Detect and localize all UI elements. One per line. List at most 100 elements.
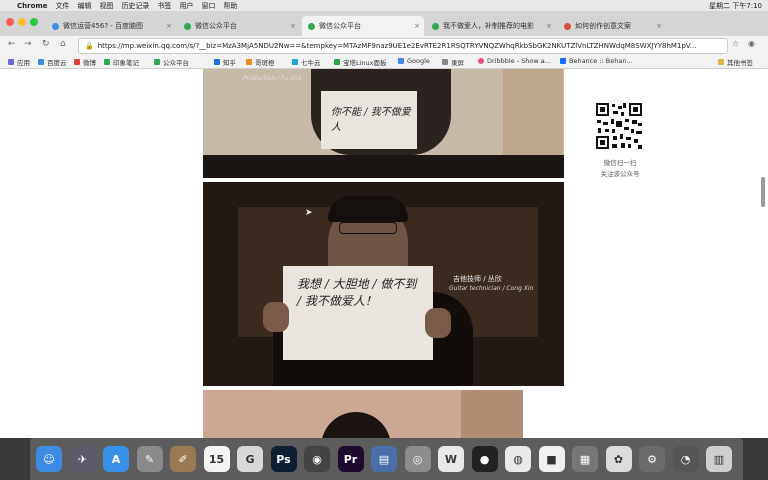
menu-window[interactable]: 窗口 (201, 1, 215, 11)
keynote-icon[interactable]: ▤ (371, 446, 397, 472)
bookmark-apps[interactable]: 应用 (8, 57, 30, 67)
bookmark-baiduyun[interactable]: 百度云 (38, 57, 67, 67)
address-bar[interactable]: 🔒 https://mp.weixin.qq.com/s/?__biz=MzA3… (78, 38, 728, 54)
extension-icon[interactable]: ◉ (748, 39, 755, 48)
photo-caption: Production / Fu Sha (243, 75, 302, 82)
folder-icon (442, 59, 448, 65)
menu-help[interactable]: 帮助 (223, 1, 237, 11)
follow-qr-card: 微信扫一扫 关注该公众号 (578, 91, 662, 185)
left-hand (263, 302, 289, 332)
wps-icon[interactable]: W (438, 446, 464, 472)
trash-icon[interactable]: ▥ (706, 446, 732, 472)
tab-title: 微信公众平台 (319, 22, 361, 30)
notes-icon[interactable]: ■ (538, 446, 565, 472)
tab-baidu-naotu[interactable]: 微信运营456? - 百度脑图 × (46, 16, 176, 36)
bookmark-mp-platform[interactable]: 公众平台 (154, 57, 189, 67)
tab-close-icon[interactable]: × (166, 22, 172, 30)
maximize-window-button[interactable] (30, 18, 38, 26)
image-viewer-icon[interactable]: ▦ (572, 446, 598, 472)
gebancheng-icon (246, 59, 252, 65)
menu-history[interactable]: 历史记录 (121, 1, 149, 11)
tab-close-icon[interactable]: × (290, 22, 296, 30)
right-hand (425, 308, 451, 338)
calendar-icon[interactable]: 15 (203, 446, 230, 472)
photo-caption-en: Guitar technician / Cong Xin (449, 285, 534, 292)
star-bookmark-icon[interactable]: ☆ (732, 39, 739, 48)
photos-icon[interactable]: ✿ (605, 446, 632, 472)
tab-title: 微信运营456? - 百度脑图 (63, 22, 144, 30)
article-photo-2: 我想 / 大胆地 / 做不到 / 我不做爱人！ 吉他技师 / 丛欣 Guitar… (203, 182, 564, 386)
bookmark-other[interactable]: 其他书签 (718, 57, 753, 67)
bookmark-evernote[interactable]: 印象笔记 (104, 57, 139, 67)
bookmark-label: 百度云 (47, 59, 67, 67)
system-preferences-icon[interactable]: ⚙ (639, 446, 665, 472)
qq-icon[interactable]: ● (471, 446, 498, 472)
bookmark-screen-record[interactable]: 录屏 (442, 57, 464, 67)
tab-close-icon[interactable]: × (414, 22, 420, 30)
article-photo-1: 你不能 / 我不做爱人 Production / Fu Sha (203, 69, 564, 178)
premiere-icon[interactable]: Pr (337, 446, 364, 472)
tab-favicon-icon (308, 22, 315, 30)
tab-close-icon[interactable]: × (656, 22, 662, 30)
bookmark-google[interactable]: Google (398, 57, 430, 65)
menu-file[interactable]: 文件 (55, 1, 69, 11)
photo-caption-cn: 吉他技师 / 丛欣 (453, 275, 502, 283)
bookmark-label: 录屏 (451, 59, 464, 67)
folder-icon (718, 59, 724, 65)
tab-mp-platform-2[interactable]: 微信公众平台 × (302, 16, 424, 36)
bookmark-behance[interactable]: Behance :: Behan... (560, 57, 633, 65)
qr-code-icon[interactable] (594, 101, 644, 151)
minimize-window-button[interactable] (18, 18, 26, 26)
quicktime-icon[interactable]: ◔ (672, 446, 699, 472)
menu-view[interactable]: 视图 (99, 1, 113, 11)
safari-icon[interactable]: ◎ (404, 446, 431, 472)
tab-favicon-icon (184, 22, 191, 30)
preview-icon[interactable]: ✎ (136, 446, 163, 472)
tab-close-icon[interactable]: × (546, 22, 552, 30)
brush-icon[interactable]: ✐ (170, 446, 196, 472)
bookmark-baota[interactable]: 宝塔Linux面板 (334, 57, 387, 67)
wechat-icon[interactable]: ◍ (505, 446, 531, 472)
sign-text: 你不能 / 我不做爱人 (331, 107, 411, 133)
bookmark-weibo[interactable]: 微博 (74, 57, 96, 67)
finder-icon[interactable]: ☺ (36, 446, 62, 472)
behance-icon (560, 58, 566, 64)
tab-title: 微信公众平台 (195, 22, 237, 30)
menu-app-name[interactable]: Chrome (17, 2, 47, 10)
mp-platform-icon (154, 59, 160, 65)
tab-title: 我不做爱人，补制推荐的电影 (443, 22, 534, 30)
menu-bookmarks[interactable]: 书签 (157, 1, 171, 11)
bookmark-dribbble[interactable]: Dribbble - Show a... (478, 57, 551, 65)
dribbble-icon (478, 58, 484, 64)
app-store-icon[interactable]: A (103, 446, 129, 472)
forward-arrow-icon[interactable]: → (24, 39, 32, 49)
tab-creative-copy[interactable]: 如何创作创意文案 × (558, 16, 666, 36)
bookmark-gebancheng[interactable]: 哥斑橙 (246, 57, 275, 67)
back-arrow-icon[interactable]: ← (8, 39, 16, 49)
menu-user[interactable]: 用户 (179, 1, 193, 11)
home-icon[interactable]: ⌂ (60, 39, 66, 49)
tab-title: 如何创作创意文案 (575, 22, 631, 30)
bookmark-label: 哥斑橙 (255, 59, 275, 67)
launchpad-icon[interactable]: ✈ (69, 446, 96, 472)
page-scrollbar[interactable] (761, 177, 765, 207)
photoshop-icon[interactable]: Ps (270, 446, 297, 472)
baota-icon (334, 59, 340, 65)
reload-icon[interactable]: ↻ (42, 39, 50, 49)
photo-doorframe (503, 69, 563, 155)
close-window-button[interactable] (6, 18, 14, 26)
menubar-clock[interactable]: 星期二 下午7:10 (709, 1, 762, 11)
chrome-icon[interactable]: ◉ (304, 446, 330, 472)
tab-favicon-icon (52, 22, 59, 30)
bookmark-label: Google (407, 57, 430, 65)
menu-edit[interactable]: 编辑 (77, 1, 91, 11)
bookmarks-bar: 应用 百度云 微博 印象笔记 公众平台 知乎 哥斑橙 七牛云 宝塔Linux面板… (0, 54, 768, 69)
mindnode-icon[interactable]: G (237, 446, 263, 472)
tab-mp-platform-1[interactable]: 微信公众平台 × (178, 16, 300, 36)
tab-movie-article[interactable]: 我不做爱人，补制推荐的电影 × (426, 16, 556, 36)
mouse-cursor-icon: ➤ (305, 208, 313, 218)
bookmark-label: 宝塔Linux面板 (343, 59, 387, 67)
bookmark-qiniu[interactable]: 七牛云 (292, 57, 321, 67)
google-icon (398, 58, 404, 64)
bookmark-zhihu[interactable]: 知乎 (214, 57, 236, 67)
